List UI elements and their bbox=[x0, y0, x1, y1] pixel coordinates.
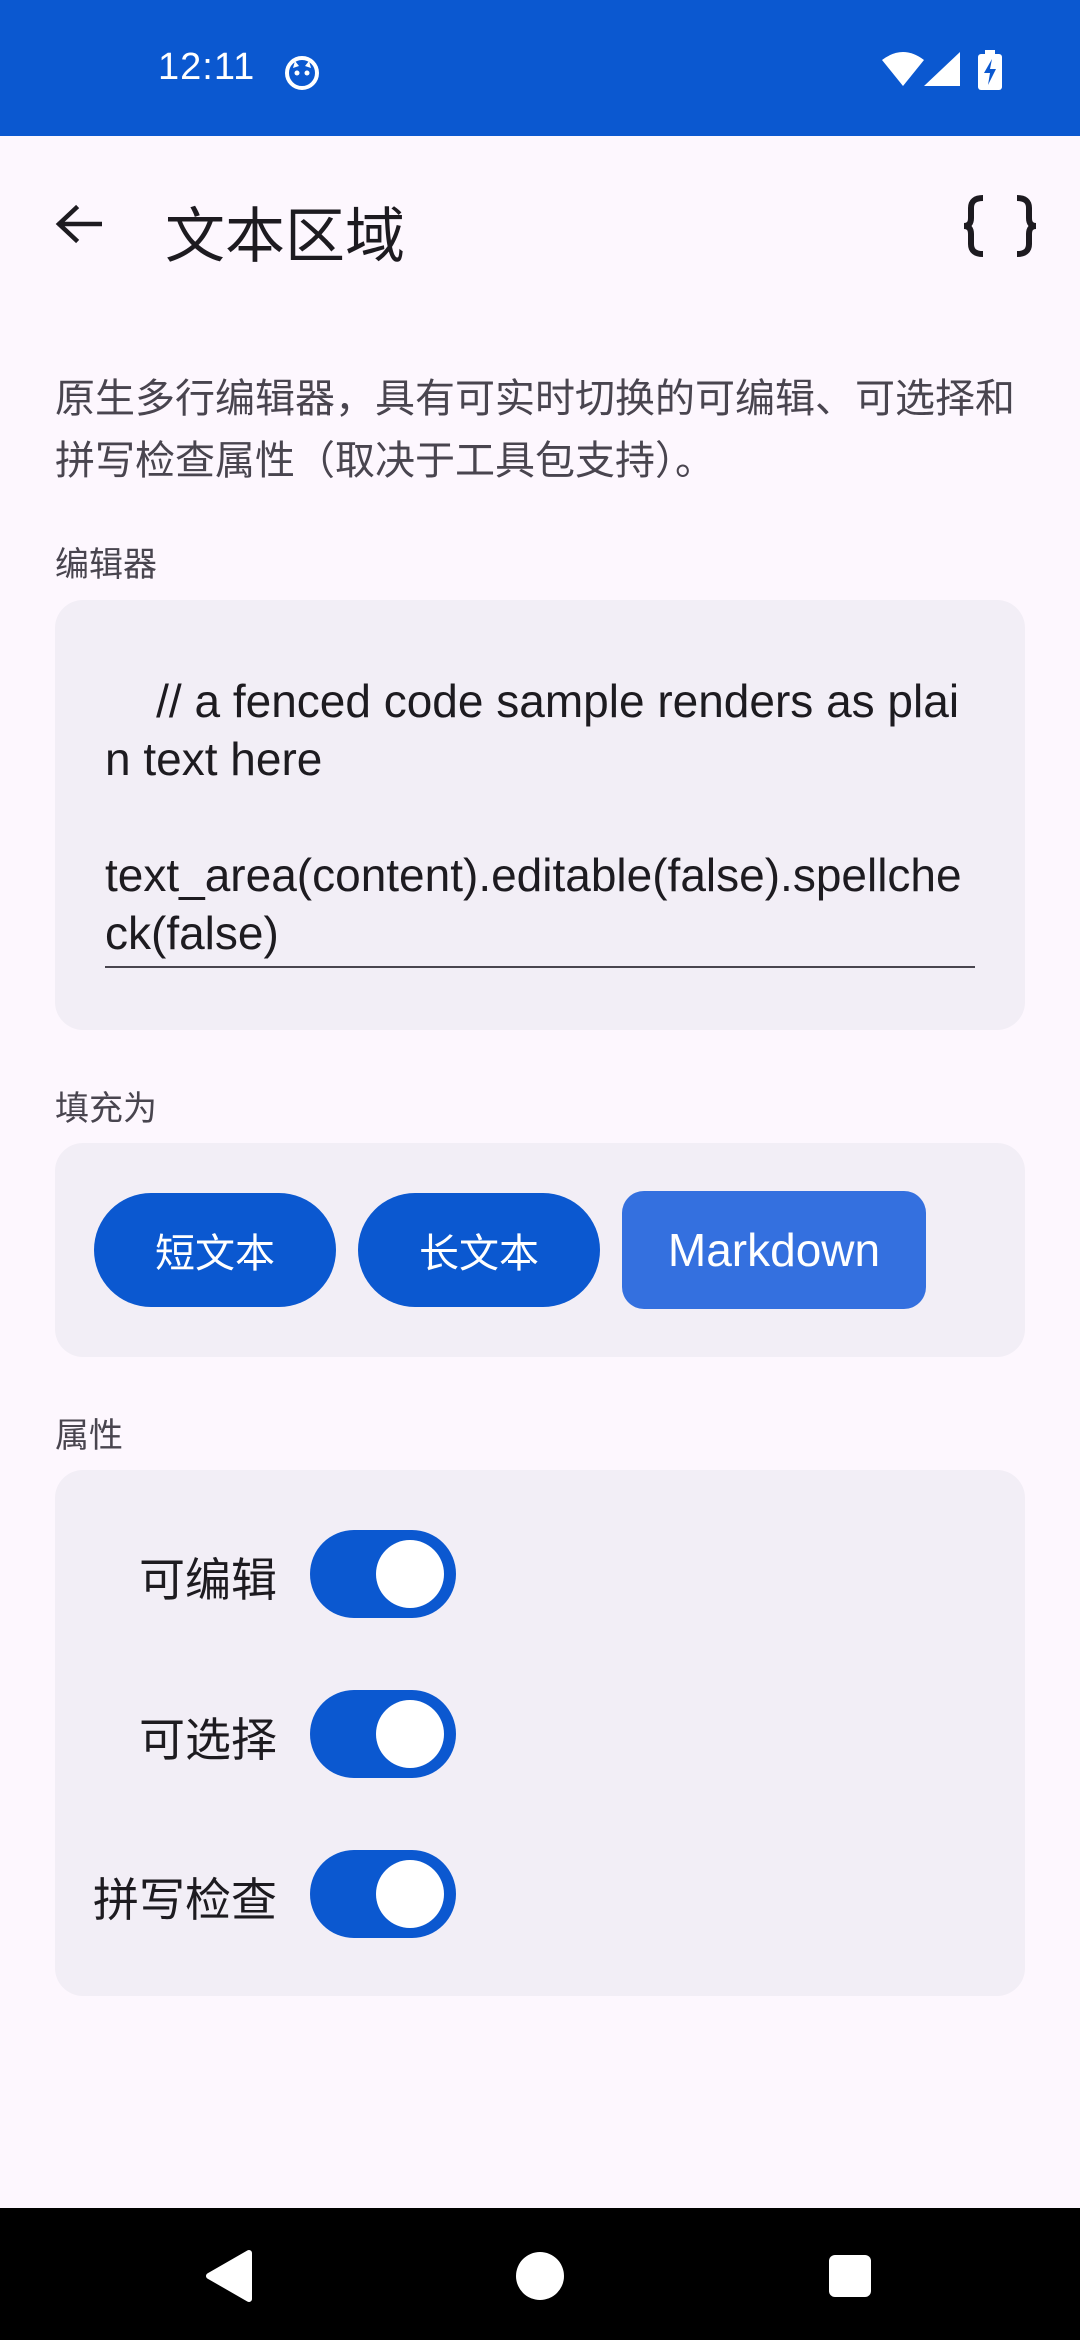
properties-section-label: 属性 bbox=[55, 1416, 123, 1456]
home-circle-icon[interactable] bbox=[508, 2244, 572, 2308]
page-title: 文本区域 bbox=[165, 202, 405, 272]
switch-knob bbox=[376, 1540, 444, 1608]
notification-cat-icon bbox=[282, 52, 322, 92]
back-triangle-icon[interactable] bbox=[196, 2244, 260, 2308]
spellcheck-switch[interactable] bbox=[310, 1850, 456, 1938]
selectable-switch[interactable] bbox=[310, 1690, 456, 1778]
wifi-icon bbox=[882, 52, 924, 92]
fill-markdown-button[interactable]: Markdown bbox=[622, 1191, 926, 1309]
app-bar: 文本区域 bbox=[0, 136, 1080, 312]
editable-switch[interactable] bbox=[310, 1530, 456, 1618]
status-time: 12:11 bbox=[158, 46, 256, 88]
code-braces-icon[interactable] bbox=[958, 184, 1042, 268]
fill-section-label: 填充为 bbox=[55, 1089, 157, 1129]
fill-short-text-button[interactable]: 短文本 bbox=[94, 1193, 336, 1307]
properties-card: 可编辑 可选择 拼写检查 bbox=[55, 1470, 1025, 1996]
property-row-editable: 可编辑 bbox=[55, 1530, 1025, 1620]
arrow-back-icon[interactable] bbox=[40, 186, 116, 262]
recents-square-icon[interactable] bbox=[818, 2244, 882, 2308]
editor-card: // a fenced code sample renders as plain… bbox=[55, 600, 1025, 1030]
editor-section-label: 编辑器 bbox=[55, 545, 157, 585]
status-bar: 12:11 bbox=[0, 0, 1080, 136]
editor-underline bbox=[105, 966, 975, 968]
fill-long-text-button[interactable]: 长文本 bbox=[358, 1193, 600, 1307]
selectable-label: 可选择 bbox=[139, 1713, 277, 1767]
system-navigation-bar bbox=[0, 2208, 1080, 2340]
editable-label: 可编辑 bbox=[139, 1553, 277, 1607]
signal-icon bbox=[924, 52, 962, 92]
page-description: 原生多行编辑器，具有可实时切换的可编辑、可选择和拼写检查属性（取决于工具包支持）… bbox=[55, 376, 1015, 484]
switch-knob bbox=[376, 1860, 444, 1928]
property-row-spellcheck: 拼写检查 bbox=[55, 1850, 1025, 1940]
spellcheck-label: 拼写检查 bbox=[93, 1873, 277, 1927]
property-row-selectable: 可选择 bbox=[55, 1690, 1025, 1780]
battery-charging-icon bbox=[978, 50, 1002, 94]
fill-card: 短文本 长文本 Markdown bbox=[55, 1143, 1025, 1357]
text-area-editor[interactable]: // a fenced code sample renders as plain… bbox=[105, 672, 975, 962]
switch-knob bbox=[376, 1700, 444, 1768]
